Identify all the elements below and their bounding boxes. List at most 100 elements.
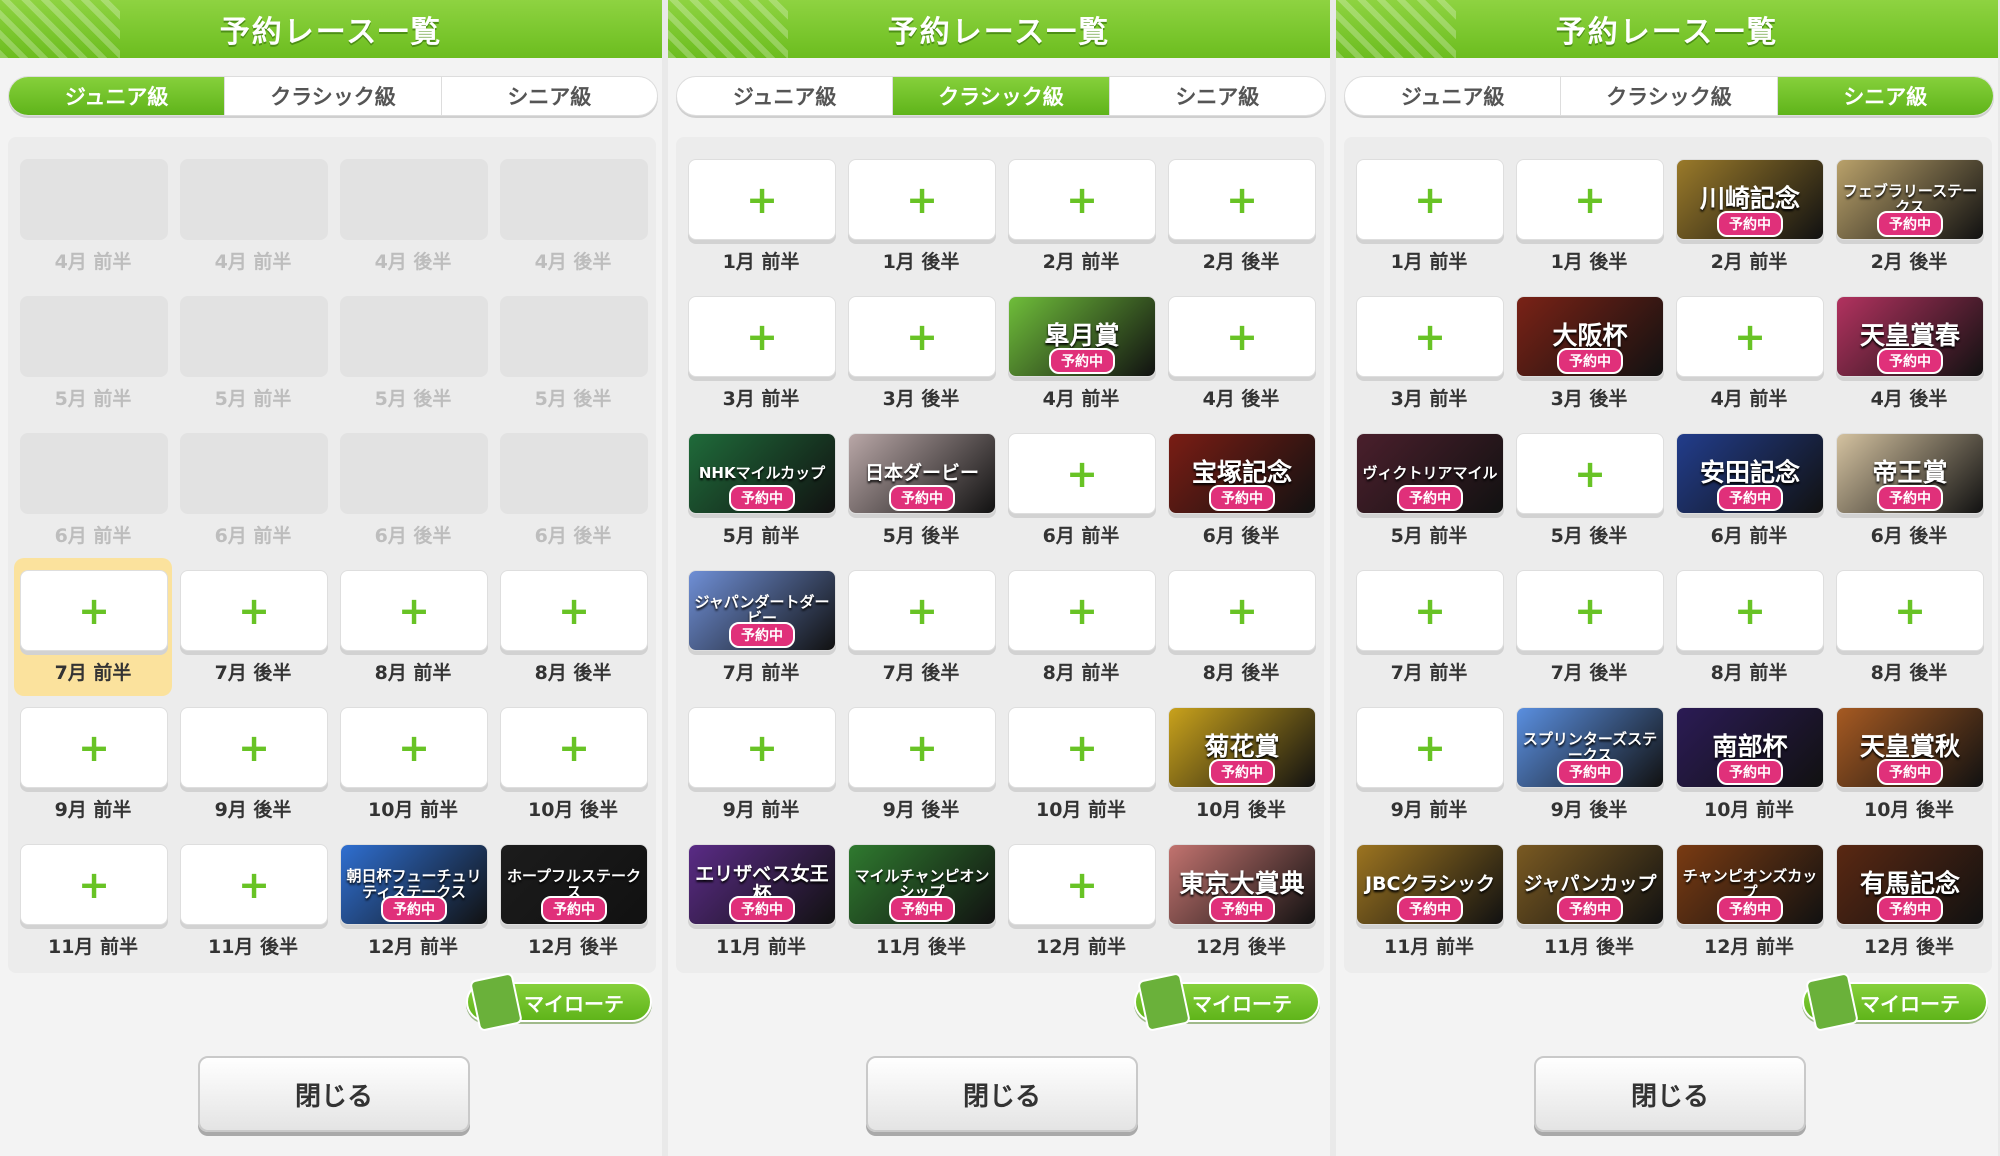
race-slot[interactable]: 菊花賞 予約中 10月 後半 bbox=[1156, 707, 1316, 843]
race-slot[interactable]: +6月 前半 bbox=[996, 433, 1156, 569]
reserved-race-banner[interactable]: 皐月賞 予約中 bbox=[1008, 296, 1156, 377]
race-slot[interactable]: JBCクラシック 予約中 11月 前半 bbox=[1344, 844, 1504, 980]
reserved-race-banner[interactable]: 南部杯 予約中 bbox=[1676, 707, 1824, 788]
reserved-race-banner[interactable]: 有馬記念 予約中 bbox=[1836, 844, 1984, 925]
reserved-race-banner[interactable]: 天皇賞秋 予約中 bbox=[1836, 707, 1984, 788]
close-button[interactable]: 閉じる bbox=[866, 1056, 1138, 1132]
tab-junior[interactable]: ジュニア級 bbox=[1345, 77, 1562, 115]
race-slot[interactable]: 大阪杯 予約中 3月 後半 bbox=[1504, 296, 1664, 432]
reserved-race-banner[interactable]: 日本ダービー 予約中 bbox=[848, 433, 996, 514]
race-slot[interactable]: フェブラリーステークス 予約中 2月 後半 bbox=[1824, 159, 1984, 295]
race-slot[interactable]: 帝王賞 予約中 6月 後半 bbox=[1824, 433, 1984, 569]
race-slot[interactable]: +9月 前半 bbox=[8, 707, 168, 843]
reserved-race-banner[interactable]: ホープフルステークス 予約中 bbox=[500, 844, 648, 925]
race-slot[interactable]: +4月 後半 bbox=[1156, 296, 1316, 432]
my-rotation-button[interactable]: マイローテ bbox=[1802, 971, 1988, 1033]
add-race-button[interactable]: + bbox=[1008, 570, 1156, 651]
add-race-button[interactable]: + bbox=[1008, 433, 1156, 514]
reserved-race-banner[interactable]: 菊花賞 予約中 bbox=[1168, 707, 1316, 788]
race-slot[interactable]: スプリンターズステークス 予約中 9月 後半 bbox=[1504, 707, 1664, 843]
add-race-button[interactable]: + bbox=[1516, 159, 1664, 240]
add-race-button[interactable]: + bbox=[180, 570, 328, 651]
add-race-button[interactable]: + bbox=[688, 296, 836, 377]
reserved-race-banner[interactable]: エリザベス女王杯 予約中 bbox=[688, 844, 836, 925]
race-slot[interactable]: +1月 前半 bbox=[676, 159, 836, 295]
race-slot[interactable]: +11月 前半 bbox=[8, 844, 168, 980]
add-race-button[interactable]: + bbox=[20, 707, 168, 788]
race-slot[interactable]: +3月 前半 bbox=[676, 296, 836, 432]
race-slot[interactable]: 天皇賞春 予約中 4月 後半 bbox=[1824, 296, 1984, 432]
race-slot[interactable]: +7月 後半 bbox=[836, 570, 996, 706]
race-slot[interactable]: +7月 前半 bbox=[1344, 570, 1504, 706]
race-slot[interactable]: 川崎記念 予約中 2月 前半 bbox=[1664, 159, 1824, 295]
add-race-button[interactable]: + bbox=[1008, 844, 1156, 925]
race-slot[interactable]: マイルチャンピオンシップ 予約中 11月 後半 bbox=[836, 844, 996, 980]
race-slot[interactable]: 朝日杯フューチュリティステークス 予約中 12月 前半 bbox=[328, 844, 488, 980]
reserved-race-banner[interactable]: 川崎記念 予約中 bbox=[1676, 159, 1824, 240]
add-race-button[interactable]: + bbox=[340, 570, 488, 651]
add-race-button[interactable]: + bbox=[1516, 570, 1664, 651]
race-slot[interactable]: +8月 前半 bbox=[1664, 570, 1824, 706]
add-race-button[interactable]: + bbox=[1356, 707, 1504, 788]
reserved-race-banner[interactable]: 帝王賞 予約中 bbox=[1836, 433, 1984, 514]
race-slot[interactable]: +1月 後半 bbox=[836, 159, 996, 295]
race-slot[interactable]: +3月 後半 bbox=[836, 296, 996, 432]
tab-senior[interactable]: シニア級 bbox=[1110, 77, 1325, 115]
race-slot[interactable]: 有馬記念 予約中 12月 後半 bbox=[1824, 844, 1984, 980]
race-slot[interactable]: +7月 後半 bbox=[168, 570, 328, 706]
add-race-button[interactable]: + bbox=[1836, 570, 1984, 651]
tab-classic[interactable]: クラシック級 bbox=[225, 77, 442, 115]
add-race-button[interactable]: + bbox=[1676, 296, 1824, 377]
race-slot[interactable]: 安田記念 予約中 6月 前半 bbox=[1664, 433, 1824, 569]
add-race-button[interactable]: + bbox=[848, 707, 996, 788]
add-race-button[interactable]: + bbox=[1168, 570, 1316, 651]
my-rotation-button[interactable]: マイローテ bbox=[1134, 971, 1320, 1033]
add-race-button[interactable]: + bbox=[1676, 570, 1824, 651]
add-race-button[interactable]: + bbox=[1008, 159, 1156, 240]
race-slot[interactable]: +8月 前半 bbox=[328, 570, 488, 706]
race-slot[interactable]: ジャパンカップ 予約中 11月 後半 bbox=[1504, 844, 1664, 980]
add-race-button[interactable]: + bbox=[848, 296, 996, 377]
tab-junior[interactable]: ジュニア級 bbox=[677, 77, 894, 115]
add-race-button[interactable]: + bbox=[1168, 296, 1316, 377]
tab-classic[interactable]: クラシック級 bbox=[893, 77, 1110, 115]
reserved-race-banner[interactable]: 東京大賞典 予約中 bbox=[1168, 844, 1316, 925]
add-race-button[interactable]: + bbox=[848, 159, 996, 240]
race-slot[interactable]: +5月 後半 bbox=[1504, 433, 1664, 569]
race-slot[interactable]: チャンピオンズカップ 予約中 12月 前半 bbox=[1664, 844, 1824, 980]
add-race-button[interactable]: + bbox=[688, 159, 836, 240]
reserved-race-banner[interactable]: フェブラリーステークス 予約中 bbox=[1836, 159, 1984, 240]
race-slot[interactable]: +7月 前半 bbox=[8, 558, 172, 706]
tab-classic[interactable]: クラシック級 bbox=[1561, 77, 1778, 115]
race-slot[interactable]: ジャパンダートダービー 予約中 7月 前半 bbox=[676, 570, 836, 706]
race-slot[interactable]: 皐月賞 予約中 4月 前半 bbox=[996, 296, 1156, 432]
race-slot[interactable]: NHKマイルカップ 予約中 5月 前半 bbox=[676, 433, 836, 569]
add-race-button[interactable]: + bbox=[1008, 707, 1156, 788]
reserved-race-banner[interactable]: 安田記念 予約中 bbox=[1676, 433, 1824, 514]
race-slot[interactable]: +11月 後半 bbox=[168, 844, 328, 980]
reserved-race-banner[interactable]: 大阪杯 予約中 bbox=[1516, 296, 1664, 377]
race-slot[interactable]: +8月 後半 bbox=[1156, 570, 1316, 706]
race-slot[interactable]: +12月 前半 bbox=[996, 844, 1156, 980]
add-race-button[interactable]: + bbox=[20, 570, 168, 651]
race-slot[interactable]: +2月 後半 bbox=[1156, 159, 1316, 295]
race-slot[interactable]: +3月 前半 bbox=[1344, 296, 1504, 432]
reserved-race-banner[interactable]: チャンピオンズカップ 予約中 bbox=[1676, 844, 1824, 925]
add-race-button[interactable]: + bbox=[500, 707, 648, 788]
tab-senior[interactable]: シニア級 bbox=[1777, 77, 1993, 115]
my-rotation-button[interactable]: マイローテ bbox=[466, 971, 652, 1033]
reserved-race-banner[interactable]: 天皇賞春 予約中 bbox=[1836, 296, 1984, 377]
reserved-race-banner[interactable]: マイルチャンピオンシップ 予約中 bbox=[848, 844, 996, 925]
add-race-button[interactable]: + bbox=[1356, 570, 1504, 651]
race-slot[interactable]: +8月 後半 bbox=[1824, 570, 1984, 706]
add-race-button[interactable]: + bbox=[20, 844, 168, 925]
reserved-race-banner[interactable]: スプリンターズステークス 予約中 bbox=[1516, 707, 1664, 788]
add-race-button[interactable]: + bbox=[1356, 296, 1504, 377]
add-race-button[interactable]: + bbox=[848, 570, 996, 651]
race-slot[interactable]: +9月 後半 bbox=[168, 707, 328, 843]
add-race-button[interactable]: + bbox=[688, 707, 836, 788]
race-slot[interactable]: 南部杯 予約中 10月 前半 bbox=[1664, 707, 1824, 843]
reserved-race-banner[interactable]: ジャパンダートダービー 予約中 bbox=[688, 570, 836, 651]
race-slot[interactable]: +10月 前半 bbox=[328, 707, 488, 843]
race-slot[interactable]: +8月 前半 bbox=[996, 570, 1156, 706]
